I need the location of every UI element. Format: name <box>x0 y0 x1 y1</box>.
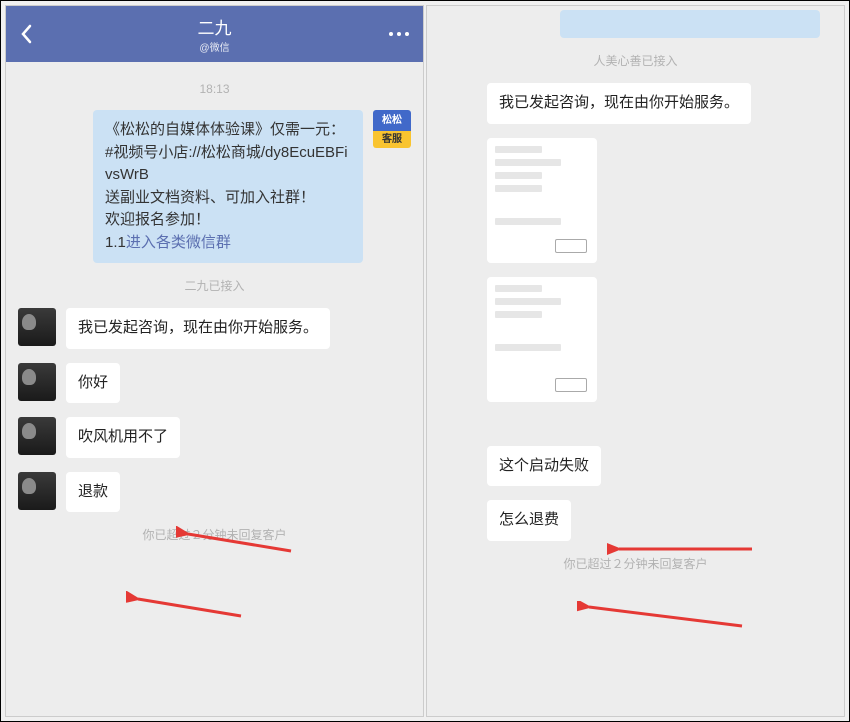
chat-title: 二九 <box>198 14 232 39</box>
user-avatar[interactable] <box>18 363 56 401</box>
message-row: 你好 <box>18 363 411 404</box>
message-bubble[interactable]: 这个启动失败 <box>487 446 601 487</box>
connected-status: 人美心善已接入 <box>439 52 832 69</box>
image-message-row <box>439 138 832 263</box>
chat-header: 二九 @微信 <box>6 6 423 62</box>
image-message-row <box>439 277 832 402</box>
service-line1: 《松松的自媒体体验课》仅需一元： <box>105 121 345 138</box>
chat-subtitle: @微信 <box>198 39 232 54</box>
message-row: 吹风机用不了 <box>18 417 411 458</box>
partial-bubble <box>560 10 820 38</box>
message-row: 我已发起咨询，现在由你开始服务。 <box>18 308 411 349</box>
chat-body: 人美心善已接入 我已发起咨询，现在由你开始服务。 这个启动失败 <box>427 6 844 716</box>
service-message-row: 松松 客服 《松松的自媒体体验课》仅需一元： #视频号小店://松松商城/dy8… <box>18 110 411 263</box>
screenshot-thumbnail[interactable] <box>487 277 597 402</box>
message-row: 这个启动失败 <box>439 446 832 487</box>
message-row: 我已发起咨询，现在由你开始服务。 <box>439 83 832 124</box>
service-link[interactable]: 进入各类微信群 <box>126 234 231 251</box>
service-line3: 送副业文档资料、可加入社群！ <box>105 189 315 206</box>
message-bubble[interactable]: 怎么退费 <box>487 500 571 541</box>
screenshot-thumbnail[interactable] <box>487 138 597 263</box>
badge-top: 松松 <box>373 110 411 131</box>
message-bubble[interactable]: 退款 <box>66 472 120 513</box>
timeout-warning: 你已超过２分钟未回复客户 <box>439 555 832 572</box>
message-bubble[interactable]: 吹风机用不了 <box>66 417 180 458</box>
message-bubble[interactable]: 我已发起咨询，现在由你开始服务。 <box>487 83 751 124</box>
back-icon[interactable] <box>20 24 32 44</box>
user-avatar[interactable] <box>18 308 56 346</box>
timestamp: 18:13 <box>18 82 411 96</box>
message-row: 怎么退费 <box>439 500 832 541</box>
chat-body: 18:13 松松 客服 《松松的自媒体体验课》仅需一元： #视频号小店://松松… <box>6 62 423 716</box>
message-bubble[interactable]: 我已发起咨询，现在由你开始服务。 <box>66 308 330 349</box>
message-bubble[interactable]: 你好 <box>66 363 120 404</box>
timeout-warning: 你已超过２分钟未回复客户 <box>18 526 411 543</box>
phone-left: 二九 @微信 18:13 松松 客服 《松松的自媒体体验课》仅需一元： #视频号… <box>5 5 424 717</box>
service-link-prefix: 1.1 <box>105 234 126 251</box>
service-avatar[interactable]: 松松 客服 <box>373 110 411 148</box>
service-bubble[interactable]: 《松松的自媒体体验课》仅需一元： #视频号小店://松松商城/dy8EcuEBF… <box>93 110 363 263</box>
more-icon[interactable] <box>389 32 409 36</box>
message-row: 退款 <box>18 472 411 513</box>
user-avatar[interactable] <box>18 472 56 510</box>
connected-status: 二九已接入 <box>18 277 411 294</box>
service-line2: #视频号小店://松松商城/dy8EcuEBFivsWrB <box>105 144 348 184</box>
header-title-wrap: 二九 @微信 <box>198 14 232 54</box>
phone-right: 人美心善已接入 我已发起咨询，现在由你开始服务。 这个启动失败 <box>426 5 845 717</box>
badge-bottom: 客服 <box>373 131 411 148</box>
service-line4: 欢迎报名参加！ <box>105 211 210 228</box>
user-avatar[interactable] <box>18 417 56 455</box>
